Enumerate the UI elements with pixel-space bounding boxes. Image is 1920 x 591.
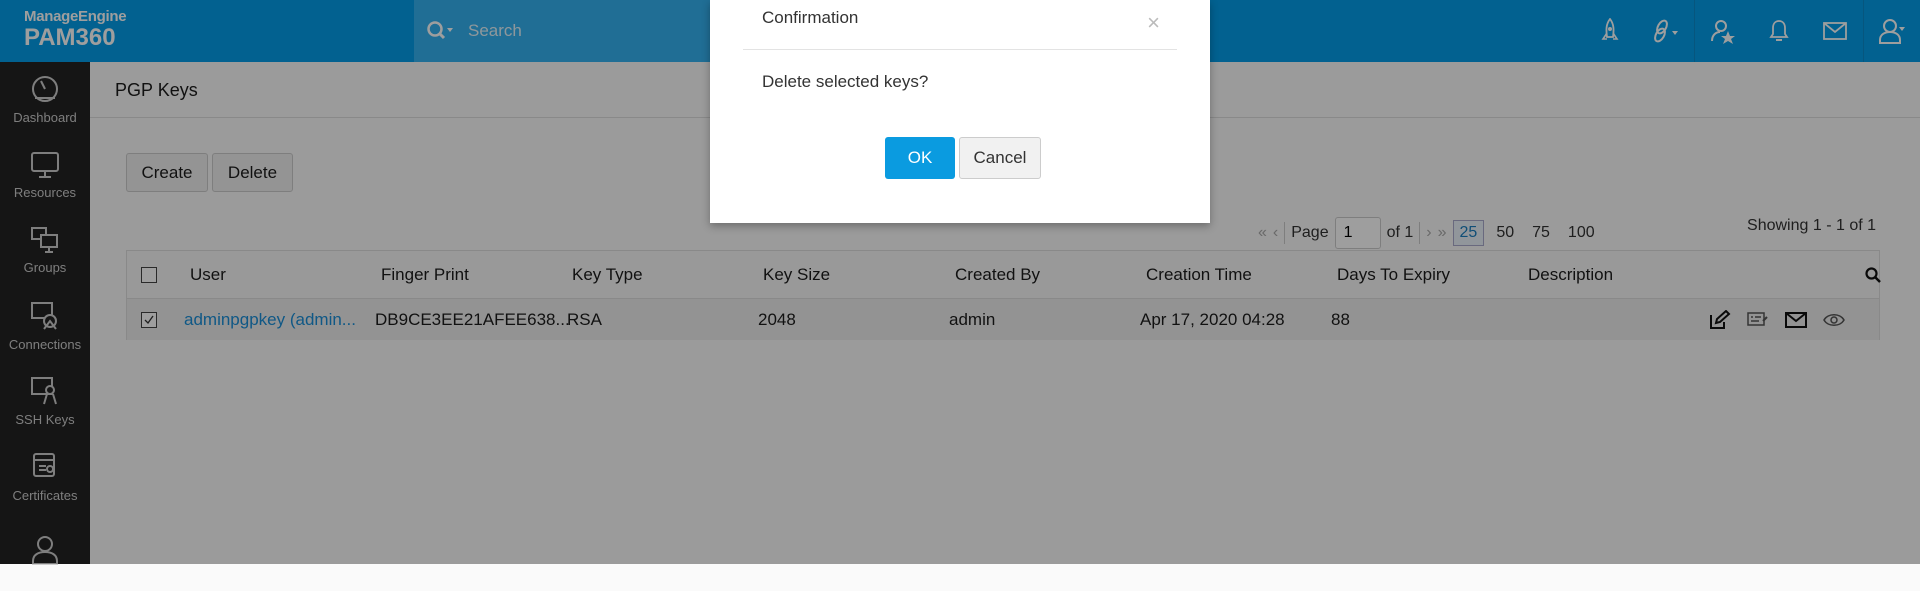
- confirmation-dialog: Confirmation × Delete selected keys? OK …: [710, 0, 1210, 223]
- dialog-divider: [743, 49, 1177, 50]
- cancel-button[interactable]: Cancel: [959, 137, 1041, 179]
- ok-button[interactable]: OK: [885, 137, 955, 179]
- dialog-title: Confirmation: [762, 8, 859, 27]
- dialog-message: Delete selected keys?: [762, 72, 929, 91]
- close-icon[interactable]: ×: [1147, 10, 1160, 36]
